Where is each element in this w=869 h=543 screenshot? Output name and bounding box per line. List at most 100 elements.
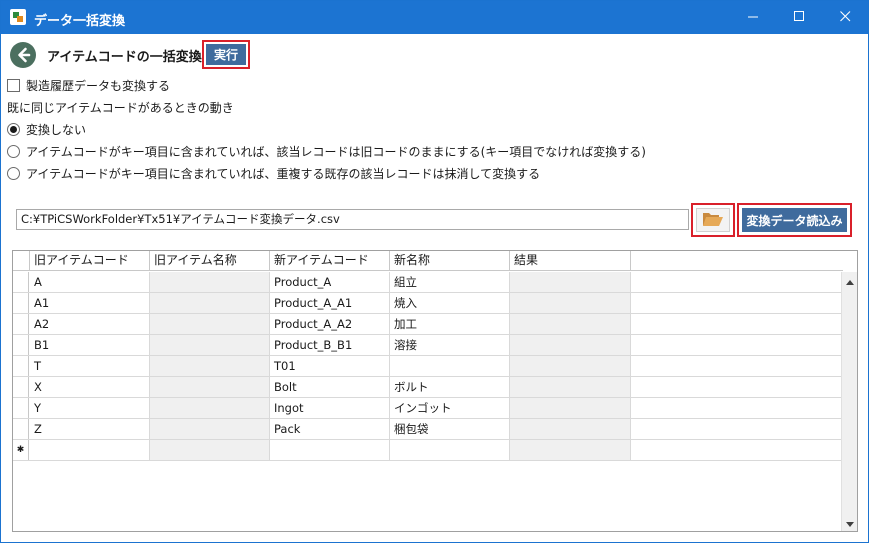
table-row[interactable]: T T01 bbox=[13, 356, 843, 377]
row-header[interactable] bbox=[13, 356, 29, 376]
column-header[interactable]: 結果 bbox=[510, 251, 631, 271]
radio-label: アイテムコードがキー項目に含まれていれば、該当レコードは旧コードのままにする(キ… bbox=[26, 144, 646, 159]
result-cell[interactable] bbox=[510, 356, 631, 376]
table-row[interactable]: Z Pack 梱包袋 bbox=[13, 419, 843, 440]
row-header[interactable] bbox=[13, 398, 29, 418]
new-code-cell[interactable]: Product_A_A2 bbox=[270, 314, 390, 334]
row-header[interactable] bbox=[13, 293, 29, 313]
result-cell[interactable] bbox=[510, 335, 631, 355]
radio-button[interactable] bbox=[7, 166, 20, 180]
result-cell[interactable] bbox=[510, 440, 631, 460]
column-header[interactable]: 新アイテムコード bbox=[270, 251, 390, 271]
new-name-cell[interactable]: 溶接 bbox=[390, 335, 510, 355]
old-code-cell[interactable]: Z bbox=[30, 419, 150, 439]
result-cell[interactable] bbox=[510, 293, 631, 313]
new-name-cell[interactable] bbox=[390, 356, 510, 376]
window-title: データ一括変換 bbox=[34, 14, 126, 29]
radio-no-convert[interactable]: 変換しない bbox=[7, 121, 86, 137]
load-conversion-data-button[interactable]: 変換データ読込み bbox=[742, 208, 847, 232]
new-name-cell[interactable] bbox=[390, 440, 510, 460]
scroll-down-button[interactable] bbox=[842, 514, 857, 531]
old-code-cell[interactable]: A2 bbox=[30, 314, 150, 334]
back-arrow-icon[interactable] bbox=[9, 41, 37, 69]
new-code-cell[interactable]: T01 bbox=[270, 356, 390, 376]
old-code-cell[interactable] bbox=[30, 440, 150, 460]
old-code-cell[interactable]: A bbox=[30, 272, 150, 292]
table-row[interactable]: X Bolt ボルト bbox=[13, 377, 843, 398]
old-name-cell[interactable] bbox=[150, 314, 270, 334]
title-bar: データ一括変換 bbox=[1, 1, 868, 34]
new-code-cell[interactable] bbox=[270, 440, 390, 460]
old-code-cell[interactable]: Y bbox=[30, 398, 150, 418]
row-header[interactable] bbox=[13, 419, 29, 439]
triangle-up-icon bbox=[846, 274, 854, 288]
new-name-cell[interactable]: インゴット bbox=[390, 398, 510, 418]
new-code-cell[interactable]: Ingot bbox=[270, 398, 390, 418]
conversion-grid: 旧アイテムコード 旧アイテム名称 新アイテムコード 新名称 結果 A Produ… bbox=[12, 250, 858, 532]
old-name-cell[interactable] bbox=[150, 419, 270, 439]
existing-behavior-label: 既に同じアイテムコードがあるときの動き bbox=[7, 101, 234, 115]
new-name-cell[interactable]: 組立 bbox=[390, 272, 510, 292]
new-name-cell[interactable]: 梱包袋 bbox=[390, 419, 510, 439]
row-header[interactable] bbox=[13, 335, 29, 355]
include-history-checkbox[interactable] bbox=[7, 78, 20, 92]
folder-button-highlight bbox=[691, 203, 735, 237]
result-cell[interactable] bbox=[510, 377, 631, 397]
old-name-cell[interactable] bbox=[150, 356, 270, 376]
app-icon bbox=[10, 9, 26, 25]
new-name-cell[interactable]: 焼入 bbox=[390, 293, 510, 313]
column-header[interactable]: 旧アイテム名称 bbox=[150, 251, 270, 271]
run-button[interactable]: 実行 bbox=[206, 44, 246, 65]
old-code-cell[interactable]: A1 bbox=[30, 293, 150, 313]
minimize-button[interactable] bbox=[730, 1, 776, 34]
row-header-corner bbox=[13, 251, 30, 271]
radio-label: 変換しない bbox=[26, 122, 87, 137]
row-header[interactable] bbox=[13, 314, 29, 334]
new-code-cell[interactable]: Bolt bbox=[270, 377, 390, 397]
radio-keep-old-code[interactable]: アイテムコードがキー項目に含まれていれば、該当レコードは旧コードのままにする(キ… bbox=[7, 143, 646, 159]
new-code-cell[interactable]: Product_A_A1 bbox=[270, 293, 390, 313]
table-row[interactable]: Y Ingot インゴット bbox=[13, 398, 843, 419]
old-code-cell[interactable]: B1 bbox=[30, 335, 150, 355]
result-cell[interactable] bbox=[510, 398, 631, 418]
radio-button[interactable] bbox=[7, 144, 20, 158]
result-cell[interactable] bbox=[510, 419, 631, 439]
old-code-cell[interactable]: T bbox=[30, 356, 150, 376]
old-name-cell[interactable] bbox=[150, 377, 270, 397]
table-row[interactable]: B1 Product_B_B1 溶接 bbox=[13, 335, 843, 356]
maximize-button[interactable] bbox=[776, 1, 822, 34]
include-history-option[interactable]: 製造履歴データも変換する bbox=[7, 77, 170, 93]
new-name-cell[interactable]: ボルト bbox=[390, 377, 510, 397]
old-name-cell[interactable] bbox=[150, 335, 270, 355]
old-name-cell[interactable] bbox=[150, 440, 270, 460]
row-header[interactable] bbox=[13, 272, 29, 292]
file-path-input[interactable]: C:¥TPiCSWorkFolder¥Tx51¥アイテムコード変換データ.csv bbox=[16, 209, 689, 230]
new-code-cell[interactable]: Product_B_B1 bbox=[270, 335, 390, 355]
old-name-cell[interactable] bbox=[150, 398, 270, 418]
radio-delete-duplicate[interactable]: アイテムコードがキー項目に含まれていれば、重複する既存の該当レコードは抹消して変… bbox=[7, 165, 540, 181]
radio-label: アイテムコードがキー項目に含まれていれば、重複する既存の該当レコードは抹消して変… bbox=[26, 166, 541, 181]
new-code-cell[interactable]: Product_A bbox=[270, 272, 390, 292]
scroll-up-button[interactable] bbox=[842, 272, 857, 289]
old-code-cell[interactable]: X bbox=[30, 377, 150, 397]
row-header[interactable] bbox=[13, 377, 29, 397]
new-name-cell[interactable]: 加工 bbox=[390, 314, 510, 334]
new-code-cell[interactable]: Pack bbox=[270, 419, 390, 439]
new-row[interactable]: ✱ bbox=[13, 440, 843, 461]
radio-button[interactable] bbox=[7, 122, 20, 136]
result-cell[interactable] bbox=[510, 272, 631, 292]
minimize-icon bbox=[747, 11, 759, 25]
grid-header: 旧アイテムコード 旧アイテム名称 新アイテムコード 新名称 結果 bbox=[13, 251, 843, 271]
close-button[interactable] bbox=[822, 1, 868, 34]
browse-folder-button[interactable] bbox=[696, 208, 730, 232]
vertical-scrollbar[interactable] bbox=[841, 272, 857, 531]
table-row[interactable]: A2 Product_A_A2 加工 bbox=[13, 314, 843, 335]
old-name-cell[interactable] bbox=[150, 272, 270, 292]
column-header[interactable]: 新名称 bbox=[390, 251, 510, 271]
maximize-icon bbox=[793, 10, 805, 25]
column-header[interactable]: 旧アイテムコード bbox=[30, 251, 150, 271]
table-row[interactable]: A1 Product_A_A1 焼入 bbox=[13, 293, 843, 314]
table-row[interactable]: A Product_A 組立 bbox=[13, 272, 843, 293]
result-cell[interactable] bbox=[510, 314, 631, 334]
old-name-cell[interactable] bbox=[150, 293, 270, 313]
